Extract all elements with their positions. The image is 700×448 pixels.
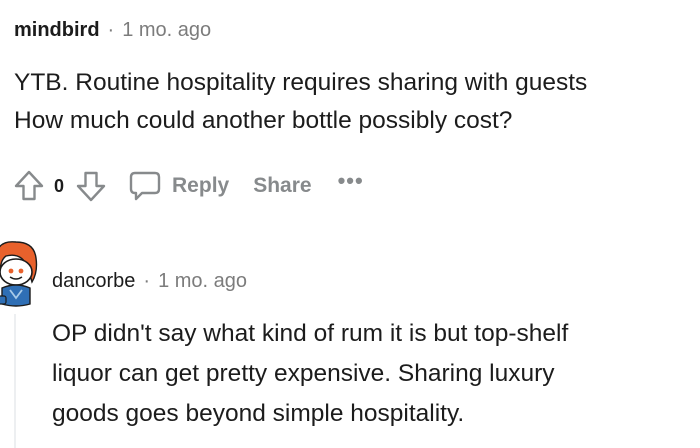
comment-text-line: How much could another bottle possibly c… (14, 107, 513, 134)
comment-header: mindbird · 1 mo. ago (14, 16, 211, 44)
share-button[interactable]: Share (253, 166, 311, 206)
comment-text-line: liquor can get pretty expensive. Sharing… (52, 360, 555, 387)
vote-count: 0 (54, 175, 65, 196)
comment-timestamp[interactable]: 1 mo. ago (158, 270, 247, 293)
comment-text-line: YTB. Routine hospitality requires sharin… (14, 69, 588, 96)
arrow-up-outline-icon (14, 170, 44, 201)
meta-separator: · (143, 269, 151, 292)
meta-separator: · (107, 18, 115, 41)
reply-label: Reply (172, 174, 230, 197)
comment-header: dancorbe · 1 mo. ago (52, 266, 247, 296)
upvote-button[interactable] (8, 165, 50, 207)
avatar[interactable] (0, 238, 38, 308)
downvote-button[interactable] (70, 165, 112, 207)
speech-bubble-icon (129, 171, 161, 201)
comment-body: YTB. Routine hospitality requires sharin… (14, 64, 700, 140)
comment-username[interactable]: mindbird (14, 19, 100, 42)
share-label: Share (253, 174, 312, 197)
thread-line[interactable] (14, 314, 16, 448)
arrow-down-outline-icon (76, 171, 106, 202)
comment-timestamp[interactable]: 1 mo. ago (122, 19, 211, 42)
comment-username[interactable]: dancorbe (52, 270, 135, 293)
more-options-button[interactable]: ••• (338, 161, 364, 201)
comment-text-line: OP didn't say what kind of rum it is but… (52, 320, 569, 347)
comment-text-line: goods goes beyond simple hospitality. (52, 400, 465, 427)
ellipsis-icon: ••• (337, 168, 364, 193)
comment-mindbird: mindbird · 1 mo. ago YTB. Routine hospit… (0, 0, 700, 210)
comment-body: OP didn't say what kind of rum it is but… (52, 314, 692, 434)
snoo-avatar-icon (0, 241, 38, 307)
reply-button[interactable]: Reply (128, 166, 229, 206)
comment-action-bar: 0 Reply Share ••• (8, 164, 364, 208)
